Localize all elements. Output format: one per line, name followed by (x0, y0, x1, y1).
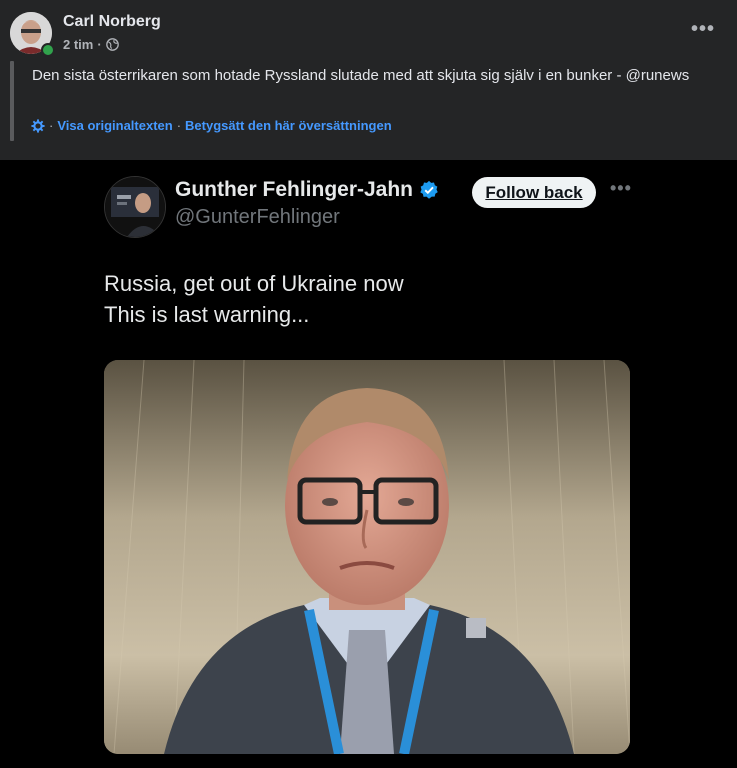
tweet-photo (104, 360, 630, 754)
post-meta: 2 tim · (63, 37, 119, 52)
rate-translation-link[interactable]: Betygsätt den här översättningen (185, 118, 392, 133)
more-horizontal-icon[interactable]: ••• (691, 18, 715, 41)
tweet-author-name: Gunther Fehlinger-Jahn (175, 178, 439, 202)
tweet-avatar (104, 176, 166, 238)
post-header: Carl Norberg 2 tim · ••• (0, 0, 737, 60)
post-time[interactable]: 2 tim (63, 37, 93, 52)
translation-row: · Visa originaltexten · Betygsätt den hä… (31, 118, 392, 133)
facebook-post: Carl Norberg 2 tim · ••• Den sista öster… (0, 0, 737, 768)
tweet-text: Russia, get out of Ukraine now This is l… (104, 268, 664, 330)
tweet-avatar-image (105, 177, 165, 237)
post-text: Den sista österrikaren som hotade Ryssla… (32, 67, 690, 84)
tweet-author-name-text: Gunther Fehlinger-Jahn (175, 178, 414, 201)
tweet-text-line: This is last warning... (104, 302, 310, 327)
online-status-dot (41, 43, 55, 57)
globe-icon[interactable] (105, 38, 119, 51)
show-original-link[interactable]: Visa originaltexten (57, 118, 172, 133)
tweet-author-handle: @GunterFehlinger (175, 206, 340, 228)
post-image[interactable]: Gunther Fehlinger-Jahn @GunterFehlinger … (0, 160, 737, 768)
gear-icon (31, 118, 45, 133)
author-name[interactable]: Carl Norberg (63, 13, 161, 31)
verified-badge-icon (420, 180, 438, 199)
translation-separator: · (176, 118, 182, 133)
follow-back-button: Follow back (472, 177, 596, 208)
meta-separator: · (97, 37, 102, 52)
quote-bar (10, 61, 14, 141)
translation-separator: · (49, 118, 54, 133)
tweet-text-line: Russia, get out of Ukraine now (104, 271, 404, 296)
tweet-more-icon: ••• (610, 178, 632, 198)
selfie-illustration (104, 360, 630, 754)
